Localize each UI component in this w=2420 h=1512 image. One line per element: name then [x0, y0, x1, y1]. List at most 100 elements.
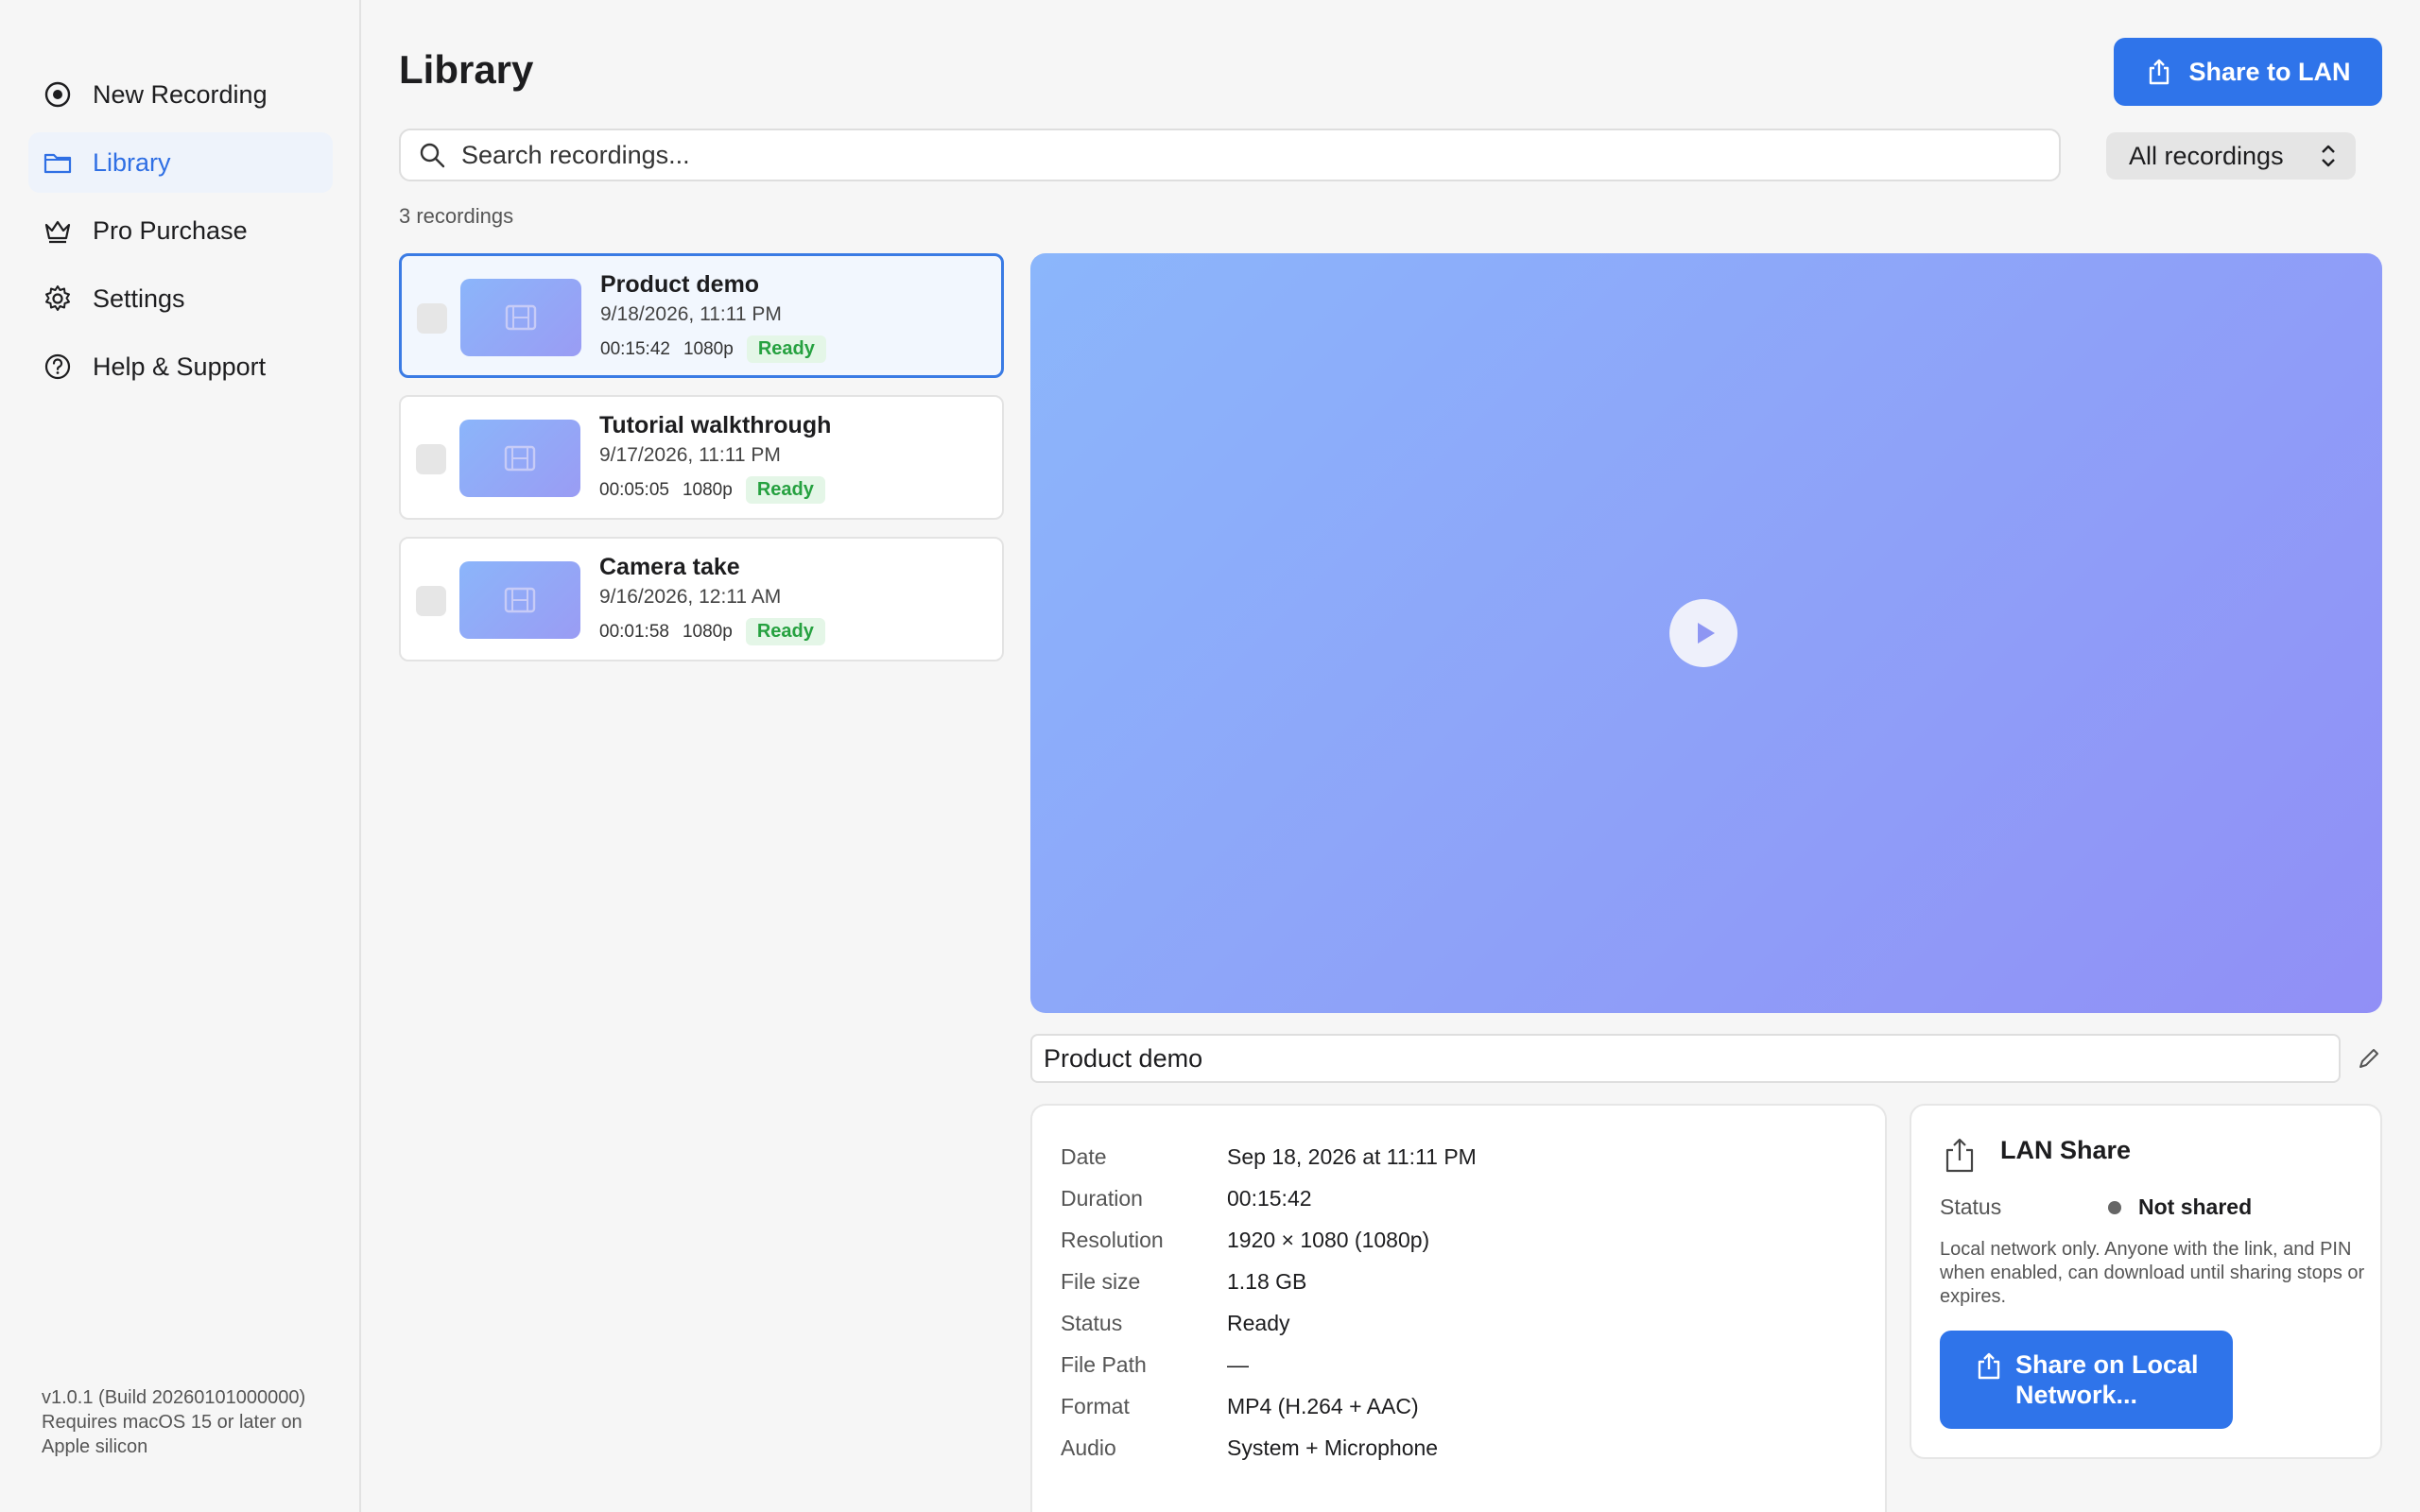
folder-icon [42, 146, 74, 179]
detail-label: Format [1061, 1393, 1130, 1418]
recordings-count: 3 recordings [399, 204, 514, 228]
list-item[interactable]: Tutorial walkthrough 9/17/2026, 11:11 PM… [399, 395, 1004, 520]
sidebar-item-label: Pro Purchase [93, 215, 248, 245]
detail-label: File size [1061, 1268, 1141, 1294]
sidebar-item-settings[interactable]: Settings [28, 268, 333, 329]
play-button[interactable] [1669, 599, 1737, 667]
film-icon [505, 304, 537, 331]
list-item[interactable]: Product demo 9/18/2026, 11:11 PM 00:15:4… [399, 253, 1004, 378]
detail-label: Status [1061, 1310, 1123, 1335]
sidebar-item-label: New Recording [93, 79, 268, 109]
recording-date: 9/16/2026, 12:11 AM [599, 586, 782, 608]
sidebar-item-help-support[interactable]: Help & Support [28, 336, 333, 397]
recording-meta: 00:15:42 1080p Ready [600, 335, 826, 363]
sidebar: New Recording Library Pro Purchase Setti… [0, 0, 361, 1512]
list-item[interactable]: Camera take 9/16/2026, 12:11 AM 00:01:58… [399, 537, 1004, 662]
recording-details-panel: Date Sep 18, 2026 at 11:11 PM Duration 0… [1030, 1104, 1887, 1512]
detail-row-resolution: Resolution 1920 × 1080 (1080p) [1061, 1219, 1885, 1261]
recording-resolution: 1080p [682, 621, 733, 642]
recording-duration: 00:01:58 [599, 621, 669, 642]
status-badge: Ready [745, 476, 825, 504]
sidebar-item-label: Help & Support [93, 352, 267, 381]
search-bar [399, 129, 2061, 181]
video-thumbnail [459, 420, 580, 497]
share-icon [1945, 1138, 1974, 1173]
detail-row-file-size: File size 1.18 GB [1061, 1261, 1885, 1302]
sidebar-item-library[interactable]: Library [28, 132, 333, 193]
recording-date: 9/18/2026, 11:11 PM [600, 303, 782, 325]
detail-value: Ready [1227, 1310, 1290, 1335]
sidebar-item-label: Settings [93, 284, 185, 313]
detail-value: 1920 × 1080 (1080p) [1227, 1227, 1430, 1252]
detail-label: Date [1061, 1143, 1107, 1169]
recording-title: Product demo [600, 271, 760, 298]
detail-row-status: Status Ready [1061, 1302, 1885, 1344]
select-checkbox[interactable] [416, 444, 446, 474]
select-checkbox[interactable] [417, 303, 447, 334]
version-info: v1.0.1 (Build 20260101000000) Requires m… [42, 1385, 344, 1459]
lan-share-card: LAN Share Status Not shared Local networ… [1910, 1104, 2382, 1459]
status-badge: Ready [745, 618, 825, 645]
recording-meta: 00:05:05 1080p Ready [599, 476, 825, 504]
lan-status-label: Status [1940, 1194, 2002, 1219]
recording-duration: 00:05:05 [599, 479, 669, 500]
sidebar-item-new-recording[interactable]: New Recording [28, 64, 333, 125]
recording-resolution: 1080p [682, 479, 733, 500]
detail-value: MP4 (H.264 + AAC) [1227, 1393, 1419, 1418]
gear-icon [42, 283, 74, 315]
detail-label: Audio [1061, 1435, 1116, 1460]
recording-date: 9/17/2026, 11:11 PM [599, 444, 781, 466]
recording-name-input[interactable] [1044, 1043, 2339, 1074]
video-thumbnail [459, 561, 580, 639]
app-window: New Recording Library Pro Purchase Setti… [0, 0, 2420, 1512]
sidebar-item-pro-purchase[interactable]: Pro Purchase [28, 200, 333, 261]
share-icon [1978, 1352, 2000, 1380]
film-icon [504, 587, 536, 613]
detail-label: File Path [1061, 1351, 1147, 1377]
version-build: v1.0.1 (Build 20260101000000) [42, 1387, 306, 1408]
play-icon [1698, 623, 1715, 644]
select-checkbox[interactable] [416, 586, 446, 616]
detail-row-duration: Duration 00:15:42 [1061, 1177, 1885, 1219]
recordings-list: Product demo 9/18/2026, 11:11 PM 00:15:4… [399, 253, 1004, 679]
crown-icon [42, 215, 74, 247]
recordings-filter-select[interactable]: All recordings [2106, 132, 2356, 180]
recording-meta: 00:01:58 1080p Ready [599, 618, 825, 645]
share-on-local-network-button[interactable]: Share on Local Network... [1940, 1331, 2233, 1429]
film-icon [504, 445, 536, 472]
recording-duration: 00:15:42 [600, 338, 670, 359]
lan-share-description: Local network only. Anyone with the link… [1940, 1239, 2365, 1307]
lan-status-text: Not shared [2138, 1194, 2253, 1219]
detail-value: 1.18 GB [1227, 1268, 1307, 1294]
version-requirements: Requires macOS 15 or later on Apple sili… [42, 1412, 302, 1457]
sidebar-item-label: Library [93, 147, 171, 177]
lan-status-value: Not shared [2108, 1194, 2252, 1220]
recording-title: Tutorial walkthrough [599, 412, 832, 438]
detail-label: Resolution [1061, 1227, 1164, 1252]
video-preview[interactable] [1030, 253, 2382, 1013]
share-to-lan-button[interactable]: Share to LAN [2114, 38, 2382, 106]
detail-value: 00:15:42 [1227, 1185, 1312, 1211]
record-icon [42, 78, 74, 111]
page-title: Library [399, 47, 534, 92]
video-thumbnail [460, 279, 581, 356]
detail-row-format: Format MP4 (H.264 + AAC) [1061, 1385, 1885, 1427]
share-to-lan-label: Share to LAN [2188, 57, 2351, 86]
detail-row-audio: Audio System + Microphone [1061, 1427, 1885, 1469]
lan-share-title: LAN Share [2000, 1136, 2132, 1164]
filter-selected-value: All recordings [2129, 141, 2284, 170]
chevron-up-down-icon [2322, 145, 2335, 167]
recording-title: Camera take [599, 554, 740, 580]
detail-value: System + Microphone [1227, 1435, 1439, 1460]
search-input[interactable] [461, 140, 2059, 170]
detail-row-date: Date Sep 18, 2026 at 11:11 PM [1061, 1136, 1885, 1177]
detail-value: — [1227, 1351, 1249, 1377]
recording-resolution: 1080p [683, 338, 734, 359]
detail-value: Sep 18, 2026 at 11:11 PM [1227, 1143, 1477, 1169]
search-icon [420, 143, 445, 168]
detail-label: Duration [1061, 1185, 1143, 1211]
share-icon [2150, 59, 2169, 85]
detail-row-file-path: File Path — [1061, 1344, 1885, 1385]
pencil-icon[interactable] [2356, 1045, 2382, 1072]
status-badge: Ready [746, 335, 826, 363]
